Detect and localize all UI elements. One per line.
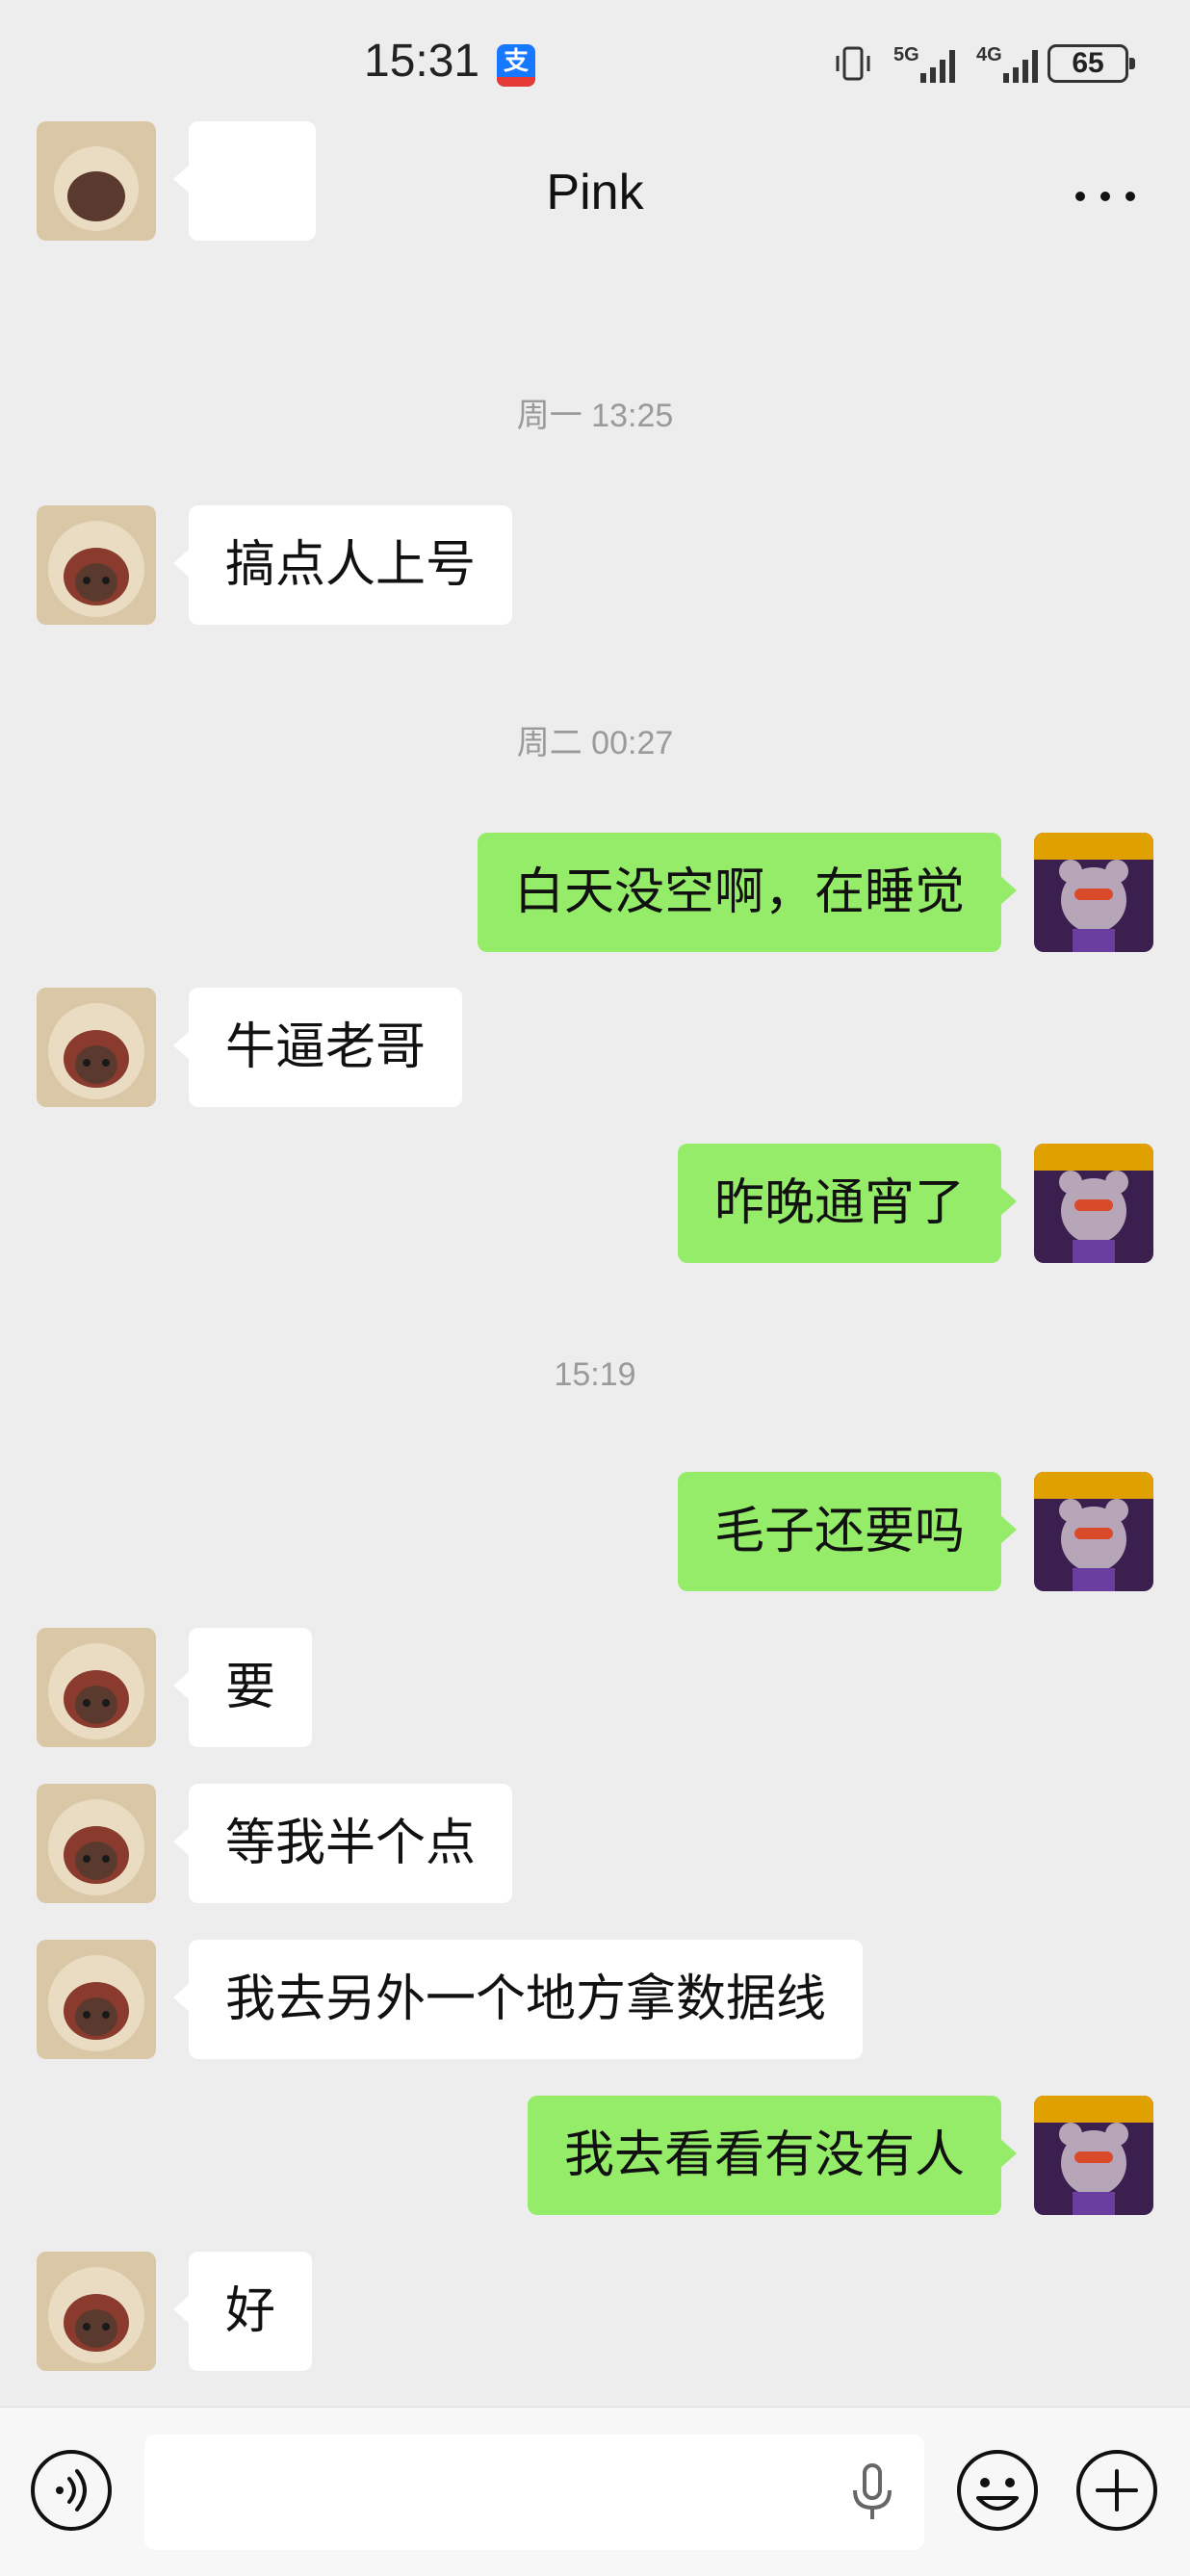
my-avatar[interactable]: [1034, 2096, 1153, 2215]
my-avatar[interactable]: [1034, 1144, 1153, 1263]
message-bubble-sent[interactable]: 昨晚通宵了: [677, 1144, 1018, 1263]
mic-icon[interactable]: [843, 2461, 901, 2523]
battery-level: 65: [1072, 47, 1104, 79]
message-row-partial: [0, 121, 1190, 298]
message-row: 我去看看有没有人: [0, 2096, 1190, 2215]
contact-avatar[interactable]: [37, 121, 156, 241]
status-time: 15:31: [364, 36, 480, 87]
timestamp: 周一 13:25: [516, 398, 674, 434]
message-bubble-partial[interactable]: [173, 121, 316, 241]
contact-avatar[interactable]: [37, 1940, 156, 2059]
voice-icon[interactable]: [29, 2448, 114, 2533]
alipay-icon: 支: [497, 44, 535, 87]
vibrate-icon: [836, 46, 870, 81]
message-bubble-received[interactable]: 牛逼老哥: [172, 988, 463, 1107]
timestamp: 周二 00:27: [516, 725, 674, 761]
network-4g-label: 4G: [976, 44, 1002, 65]
signal-4g-icon: [1003, 50, 1038, 83]
message-row: 等我半个点: [0, 1784, 1190, 1903]
contact-avatar[interactable]: [37, 2252, 156, 2371]
my-avatar[interactable]: [1034, 1472, 1153, 1591]
message-bubble-received[interactable]: 要: [172, 1628, 313, 1747]
contact-avatar[interactable]: [37, 1784, 156, 1903]
contact-avatar[interactable]: [37, 988, 156, 1107]
message-bubble-sent[interactable]: 我去看看有没有人: [527, 2096, 1018, 2215]
message-bubble-sent[interactable]: 白天没空啊，在睡觉: [477, 833, 1018, 952]
message-row: 要: [0, 1628, 1190, 1747]
signal-5g-icon: [920, 50, 955, 83]
emoji-icon[interactable]: [955, 2448, 1040, 2533]
message-bubble-received[interactable]: 等我半个点: [172, 1784, 513, 1903]
plus-icon[interactable]: [1074, 2448, 1159, 2533]
message-row: 牛逼老哥: [0, 988, 1190, 1107]
message-row: 昨晚通宵了: [0, 1144, 1190, 1263]
my-avatar[interactable]: [1034, 833, 1153, 952]
message-bubble-received[interactable]: 好: [172, 2252, 313, 2371]
network-5g-label: 5G: [893, 44, 919, 65]
contact-avatar[interactable]: [37, 1628, 156, 1747]
input-bar: [0, 2407, 1190, 2576]
timestamp: 15:19: [554, 1356, 636, 1393]
status-bar: 15:31 支 5G 4G 65: [0, 0, 1190, 135]
message-row: 搞点人上号: [0, 505, 1190, 625]
message-row: 毛子还要吗: [0, 1472, 1190, 1591]
message-row: 好: [0, 2252, 1190, 2371]
message-bubble-received[interactable]: 我去另外一个地方拿数据线: [172, 1940, 864, 2059]
contact-avatar[interactable]: [37, 505, 156, 625]
message-input[interactable]: [144, 2434, 924, 2550]
message-bubble-sent[interactable]: 毛子还要吗: [677, 1472, 1018, 1591]
battery-icon: 65: [1048, 44, 1135, 83]
message-bubble-received[interactable]: 搞点人上号: [172, 505, 513, 625]
message-row: 白天没空啊，在睡觉: [0, 833, 1190, 952]
message-row: 我去另外一个地方拿数据线: [0, 1940, 1190, 2059]
